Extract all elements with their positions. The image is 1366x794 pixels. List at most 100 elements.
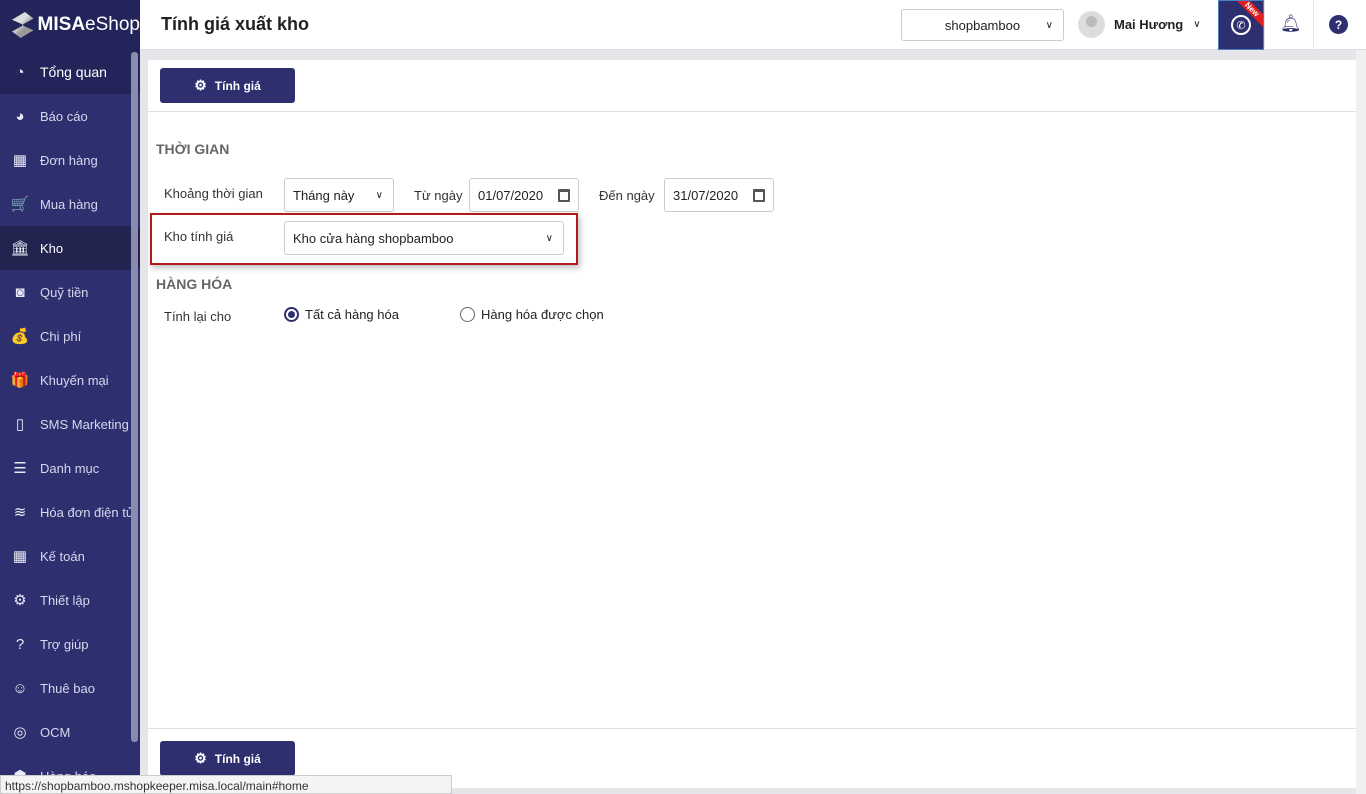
- sidebar-item[interactable]: ◕ Báo cáo: [0, 94, 140, 138]
- radio-checked-icon: [284, 307, 299, 322]
- radio-selected-goods[interactable]: Hàng hóa được chọn: [460, 307, 604, 322]
- divider: [1264, 0, 1265, 50]
- sidebar-scrollbar[interactable]: [131, 52, 138, 742]
- user-menu[interactable]: Mai Hương ∨: [1078, 11, 1201, 38]
- sidebar-item[interactable]: ? Trợ giúp: [0, 622, 140, 666]
- sidebar-item-label: Kho: [40, 240, 64, 256]
- gift-icon: 🎁: [10, 372, 30, 389]
- ocm-icon: ◎: [13, 724, 27, 741]
- sidebar-item-label: Khuyến mại: [40, 372, 109, 388]
- to-date-label: Đến ngày: [599, 188, 655, 203]
- gear-icon: ⚙: [13, 592, 27, 609]
- sidebar-item[interactable]: ◙ Quỹ tiền: [0, 270, 140, 314]
- from-date-input[interactable]: 01/07/2020: [469, 178, 579, 212]
- sidebar-item[interactable]: ☺ Thuê bao: [0, 666, 140, 710]
- calendar-icon[interactable]: [753, 188, 765, 202]
- sidebar-item[interactable]: ▯ SMS Marketing: [0, 402, 140, 446]
- to-date-input[interactable]: 31/07/2020: [664, 178, 774, 212]
- sidebar: MISA eShop ◔ Tổng quan ◕ Báo cáo ▦ Đơn hàng 🛒 Mu…: [0, 0, 140, 794]
- section-title-time: THỜI GIAN: [156, 141, 230, 157]
- sidebar-item-label: Kế toán: [40, 548, 85, 564]
- list-icon: ☰: [13, 460, 27, 477]
- chevron-down-icon: ∨: [1193, 19, 1201, 30]
- page-scrollbar[interactable]: [1356, 50, 1366, 794]
- button-label: Tính giá: [214, 751, 261, 766]
- calculator-icon: ▦: [12, 548, 28, 565]
- chevron-down-icon: ∨: [375, 189, 383, 201]
- sidebar-item-label: Mua hàng: [40, 196, 98, 212]
- sidebar-item-label: Thuê bao: [40, 680, 95, 696]
- sidebar-item[interactable]: ⚙ Thiết lập: [0, 578, 140, 622]
- phone-icon: ▯: [15, 416, 25, 433]
- period-select[interactable]: Tháng này ∨: [284, 178, 394, 212]
- sidebar-item-label: OCM: [40, 724, 71, 740]
- header: Tính giá xuất kho shopbamboo ∨ Mai Hương ∨…: [140, 0, 1366, 50]
- section-title-goods: HÀNG HÓA: [156, 276, 233, 292]
- period-label: Khoảng thời gian: [164, 186, 263, 201]
- sidebar-item-label: Báo cáo: [40, 108, 88, 124]
- sidebar-item-label: Đơn hàng: [40, 152, 98, 168]
- sidebar-item[interactable]: ◎ OCM: [0, 710, 140, 754]
- sidebar-item-label: Quỹ tiền: [40, 284, 89, 300]
- call-button[interactable]: ✆ New: [1218, 0, 1264, 50]
- misa-logo-icon: [12, 12, 34, 38]
- user-name: Mai Hương: [1114, 17, 1184, 32]
- status-bar-url: https://shopbamboo.mshopkeeper.misa.loca…: [0, 775, 452, 794]
- sidebar-item-label: Thiết lập: [40, 592, 90, 608]
- pie-chart-icon: ◕: [15, 107, 25, 125]
- sidebar-item-label: Tổng quan: [40, 64, 107, 80]
- gears-icon: ⚙: [194, 750, 207, 766]
- dashboard-icon: ◔: [15, 63, 25, 81]
- help-icon[interactable]: ?: [1329, 15, 1348, 34]
- radio-label: Tất cả hàng hóa: [305, 307, 399, 322]
- gears-icon: ⚙: [194, 77, 207, 93]
- sidebar-item[interactable]: 💰 Chi phí: [0, 314, 140, 358]
- divider: [148, 728, 1356, 729]
- radio-all-goods[interactable]: Tất cả hàng hóa: [284, 307, 399, 322]
- money-bag-icon: 💰: [10, 328, 30, 345]
- bell-icon[interactable]: 🔔︎: [1280, 14, 1302, 34]
- warehouse-icon: 🏛: [10, 240, 30, 257]
- einvoice-icon: ≋: [13, 504, 27, 521]
- sidebar-item[interactable]: 🎁 Khuyến mại: [0, 358, 140, 402]
- brand-name: MISA: [37, 14, 86, 35]
- page-title: Tính giá xuất kho: [161, 14, 310, 34]
- logo[interactable]: MISA eShop: [0, 0, 140, 50]
- main-content: ⚙ Tính giá THỜI GIAN Khoảng thời gian Thá…: [148, 60, 1356, 788]
- from-date-value: 01/07/2020: [478, 187, 544, 203]
- phone-icon: ✆: [1231, 15, 1251, 35]
- chevron-down-icon: ∨: [545, 232, 553, 244]
- divider: [1313, 0, 1314, 50]
- sidebar-item-label: Chi phí: [40, 328, 82, 344]
- chevron-down-icon: ∨: [1045, 19, 1053, 31]
- user-icon: ☺: [12, 679, 28, 697]
- cart-icon: 🛒: [10, 196, 30, 213]
- sidebar-item-label: Trợ giúp: [40, 636, 89, 652]
- to-date-value: 31/07/2020: [673, 187, 739, 203]
- warehouse-label: Kho tính giá: [164, 229, 234, 244]
- brand-name-rest: eShop: [85, 14, 140, 35]
- sidebar-item-label: Hóa đơn điện tử: [40, 504, 135, 520]
- sidebar-item[interactable]: ≋ Hóa đơn điện tử: [0, 490, 140, 534]
- sidebar-item[interactable]: ☰ Danh mục: [0, 446, 140, 490]
- sidebar-item[interactable]: ◔ Tổng quan: [0, 50, 140, 94]
- warehouse-select[interactable]: Kho cửa hàng shopbamboo ∨: [284, 221, 564, 255]
- sidebar-item[interactable]: ▦ Kế toán: [0, 534, 140, 578]
- avatar: [1078, 11, 1105, 38]
- shop-selector[interactable]: shopbamboo ∨: [901, 9, 1064, 41]
- sidebar-item-label: Danh mục: [40, 460, 100, 476]
- calculate-button-bottom[interactable]: ⚙ Tính giá: [160, 741, 295, 776]
- from-date-label: Từ ngày: [414, 188, 463, 203]
- period-value: Tháng này: [293, 187, 355, 203]
- recalc-label: Tính lại cho: [164, 309, 232, 324]
- calendar-icon[interactable]: [558, 188, 570, 202]
- sidebar-item[interactable]: ▦ Đơn hàng: [0, 138, 140, 182]
- order-icon: ▦: [12, 152, 28, 169]
- sidebar-item[interactable]: 🛒 Mua hàng: [0, 182, 140, 226]
- help-icon: ?: [15, 635, 25, 653]
- calculate-button-top[interactable]: ⚙ Tính giá: [160, 68, 295, 103]
- divider: [148, 111, 1356, 112]
- sidebar-item-label: SMS Marketing: [40, 416, 129, 432]
- sidebar-item[interactable]: 🏛 Kho: [0, 226, 140, 270]
- radio-label: Hàng hóa được chọn: [481, 307, 604, 322]
